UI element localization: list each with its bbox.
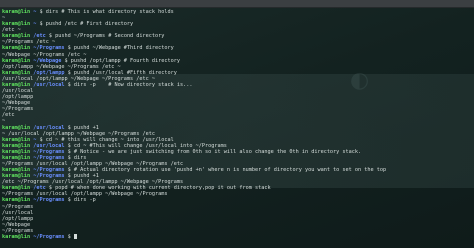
command-text: $ dirs xyxy=(67,154,87,161)
command-text: $ # Notice - we are just switching from … xyxy=(67,148,362,155)
command-text: $ pushd /etc # First directory xyxy=(39,21,134,28)
command-text: $ dirs -p xyxy=(67,197,96,204)
prompt-user: karam@lin xyxy=(2,57,31,64)
prompt-path: ~/Webpage xyxy=(30,57,65,64)
prompt-path: /usr/local xyxy=(30,81,68,88)
prompt-path: ~/Programs xyxy=(30,233,68,240)
text-cursor xyxy=(73,233,77,239)
command-text: $ dirs # This is what directory stack ho… xyxy=(39,9,174,15)
output-text: /usr/local xyxy=(2,209,34,216)
prompt-path: ~/Programs xyxy=(30,197,68,204)
command-text: $ dirs -p # Now directory stack is... xyxy=(67,81,193,88)
output-line: /usr/local xyxy=(2,210,33,216)
command-text: $ # Actual directory rotation use 'pushd… xyxy=(67,167,387,174)
terminal-window[interactable]: ◐ karam@lin ~ $ dirs # This is what dire… xyxy=(0,8,474,248)
prompt-line: karam@lin ~/Webpage $ pushd /opt/lampp #… xyxy=(2,58,180,64)
output-line: ~/Programs xyxy=(2,106,33,112)
command-text: $ pushd ~/Programs # Second directory xyxy=(48,33,165,40)
output-text: ~/Programs xyxy=(2,106,34,113)
prompt-line: karam@lin ~ $ pushd /etc # First directo… xyxy=(2,21,133,27)
prompt-user: karam@lin xyxy=(2,233,31,240)
prompt-line: karam@lin ~/Programs $ dirs xyxy=(2,155,86,161)
prompt-path: ~/Programs xyxy=(30,154,68,161)
prompt-line: karam@lin ~ $ dirs # This is what direct… xyxy=(2,9,174,15)
prompt-line: karam@lin ~/Programs $ xyxy=(2,233,77,240)
command-text: $ pushd /opt/lampp # Fourth directory xyxy=(64,57,181,64)
prompt-user: karam@lin xyxy=(2,154,31,161)
wallpaper-mark: ◐ xyxy=(350,68,370,93)
window-titlebar xyxy=(0,0,474,8)
prompt-user: karam@lin xyxy=(2,9,31,15)
